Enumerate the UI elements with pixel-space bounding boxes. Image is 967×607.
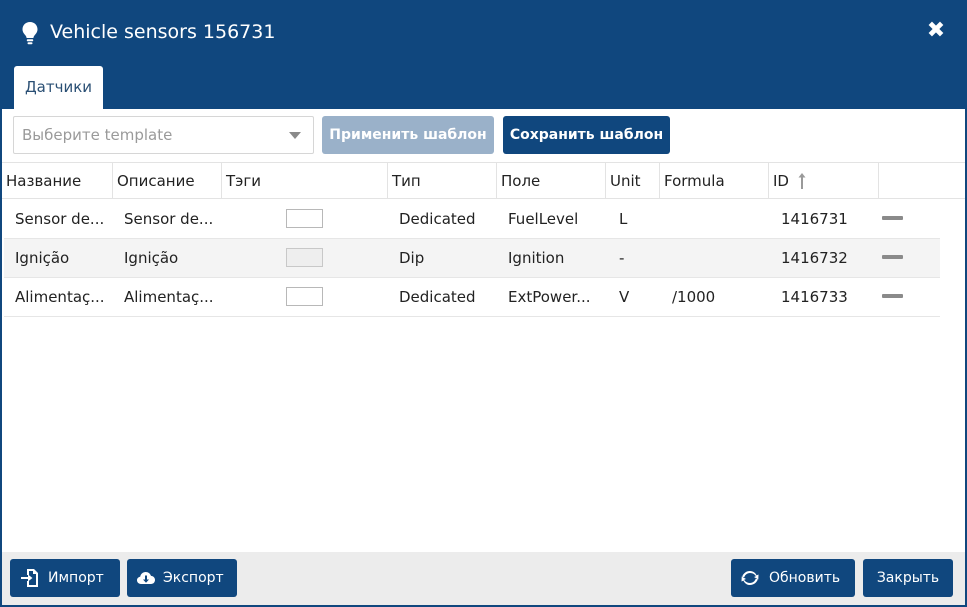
dialog-footer: Импорт Экспорт Обновить Закрыть — [2, 552, 965, 605]
remove-icon[interactable] — [882, 294, 903, 298]
cell-type: Dedicated — [399, 210, 476, 228]
template-select-placeholder: Выберите template — [22, 126, 173, 144]
cell-type: Dedicated — [399, 288, 476, 306]
column-header-name[interactable]: Название — [2, 163, 113, 199]
tags-field[interactable] — [286, 248, 323, 267]
column-header-type[interactable]: Тип — [388, 163, 497, 199]
column-header-tags[interactable]: Тэги — [222, 163, 388, 199]
cell-id: 1416733 — [781, 288, 848, 306]
dialog-title: Vehicle sensors 156731 — [50, 21, 276, 43]
table-row[interactable]: Ignição Ignição Dip Ignition - 1416732 — [4, 239, 940, 278]
close-icon[interactable]: ✖ — [925, 20, 947, 42]
export-button-label: Экспорт — [163, 570, 224, 586]
table-header: Название Описание Тэги Тип Поле Unit For… — [2, 162, 965, 199]
cell-formula — [672, 239, 767, 278]
column-header-id[interactable]: ID — [769, 163, 879, 199]
cell-field: Ignition — [508, 249, 565, 267]
import-button-label: Импорт — [48, 570, 104, 586]
template-select[interactable]: Выберите template — [13, 116, 314, 154]
column-header-field[interactable]: Поле — [497, 163, 606, 199]
column-header-description[interactable]: Описание — [113, 163, 222, 199]
cell-unit: - — [619, 249, 625, 267]
vehicle-sensors-dialog: Vehicle sensors 156731 ✖ Датчики Выберит… — [0, 0, 967, 607]
import-icon — [21, 569, 38, 587]
cell-name: Sensor de... — [15, 210, 105, 228]
table-row[interactable]: Alimentaç... Alimentaç... Dedicated ExtP… — [4, 278, 940, 317]
column-header-id-label: ID — [773, 172, 789, 190]
cell-id: 1416732 — [781, 249, 848, 267]
column-header-unit[interactable]: Unit — [606, 163, 660, 199]
chevron-down-icon — [289, 132, 301, 139]
template-toolbar: Выберите template Применить шаблон Сохра… — [2, 109, 965, 161]
cell-description: Sensor de... — [124, 210, 214, 228]
refresh-button-label: Обновить — [769, 570, 841, 586]
cell-formula: /1000 — [672, 288, 716, 306]
cell-name: Ignição — [15, 249, 70, 267]
table-row[interactable]: Sensor de... Sensor de... Dedicated Fuel… — [4, 200, 940, 239]
apply-template-button[interactable]: Применить шаблон — [322, 116, 494, 154]
cell-name: Alimentaç... — [15, 288, 105, 306]
cell-type: Dip — [399, 249, 425, 267]
refresh-icon — [741, 571, 759, 585]
remove-icon[interactable] — [882, 216, 903, 220]
arrow-up-icon — [798, 173, 806, 189]
export-button[interactable]: Экспорт — [127, 559, 237, 597]
cloud-download-icon — [137, 572, 155, 584]
cell-id: 1416731 — [781, 210, 848, 228]
cell-description: Alimentaç... — [124, 288, 214, 306]
column-header-formula[interactable]: Formula — [660, 163, 769, 199]
refresh-button[interactable]: Обновить — [731, 559, 855, 597]
dialog-titlebar: Vehicle sensors 156731 ✖ Датчики — [2, 2, 965, 109]
save-template-button[interactable]: Сохранить шаблон — [503, 116, 670, 154]
close-button[interactable]: Закрыть — [863, 559, 953, 597]
cell-unit: L — [619, 210, 628, 228]
tags-field[interactable] — [286, 287, 323, 306]
cell-formula — [672, 200, 767, 239]
import-button[interactable]: Импорт — [10, 559, 120, 597]
remove-icon[interactable] — [882, 255, 903, 259]
tab-sensors[interactable]: Датчики — [14, 66, 103, 109]
lightbulb-icon — [22, 22, 38, 45]
tags-field[interactable] — [286, 209, 323, 228]
cell-field: ExtPower... — [508, 288, 591, 306]
cell-unit: V — [619, 288, 630, 306]
cell-description: Ignição — [124, 249, 179, 267]
cell-field: FuelLevel — [508, 210, 579, 228]
